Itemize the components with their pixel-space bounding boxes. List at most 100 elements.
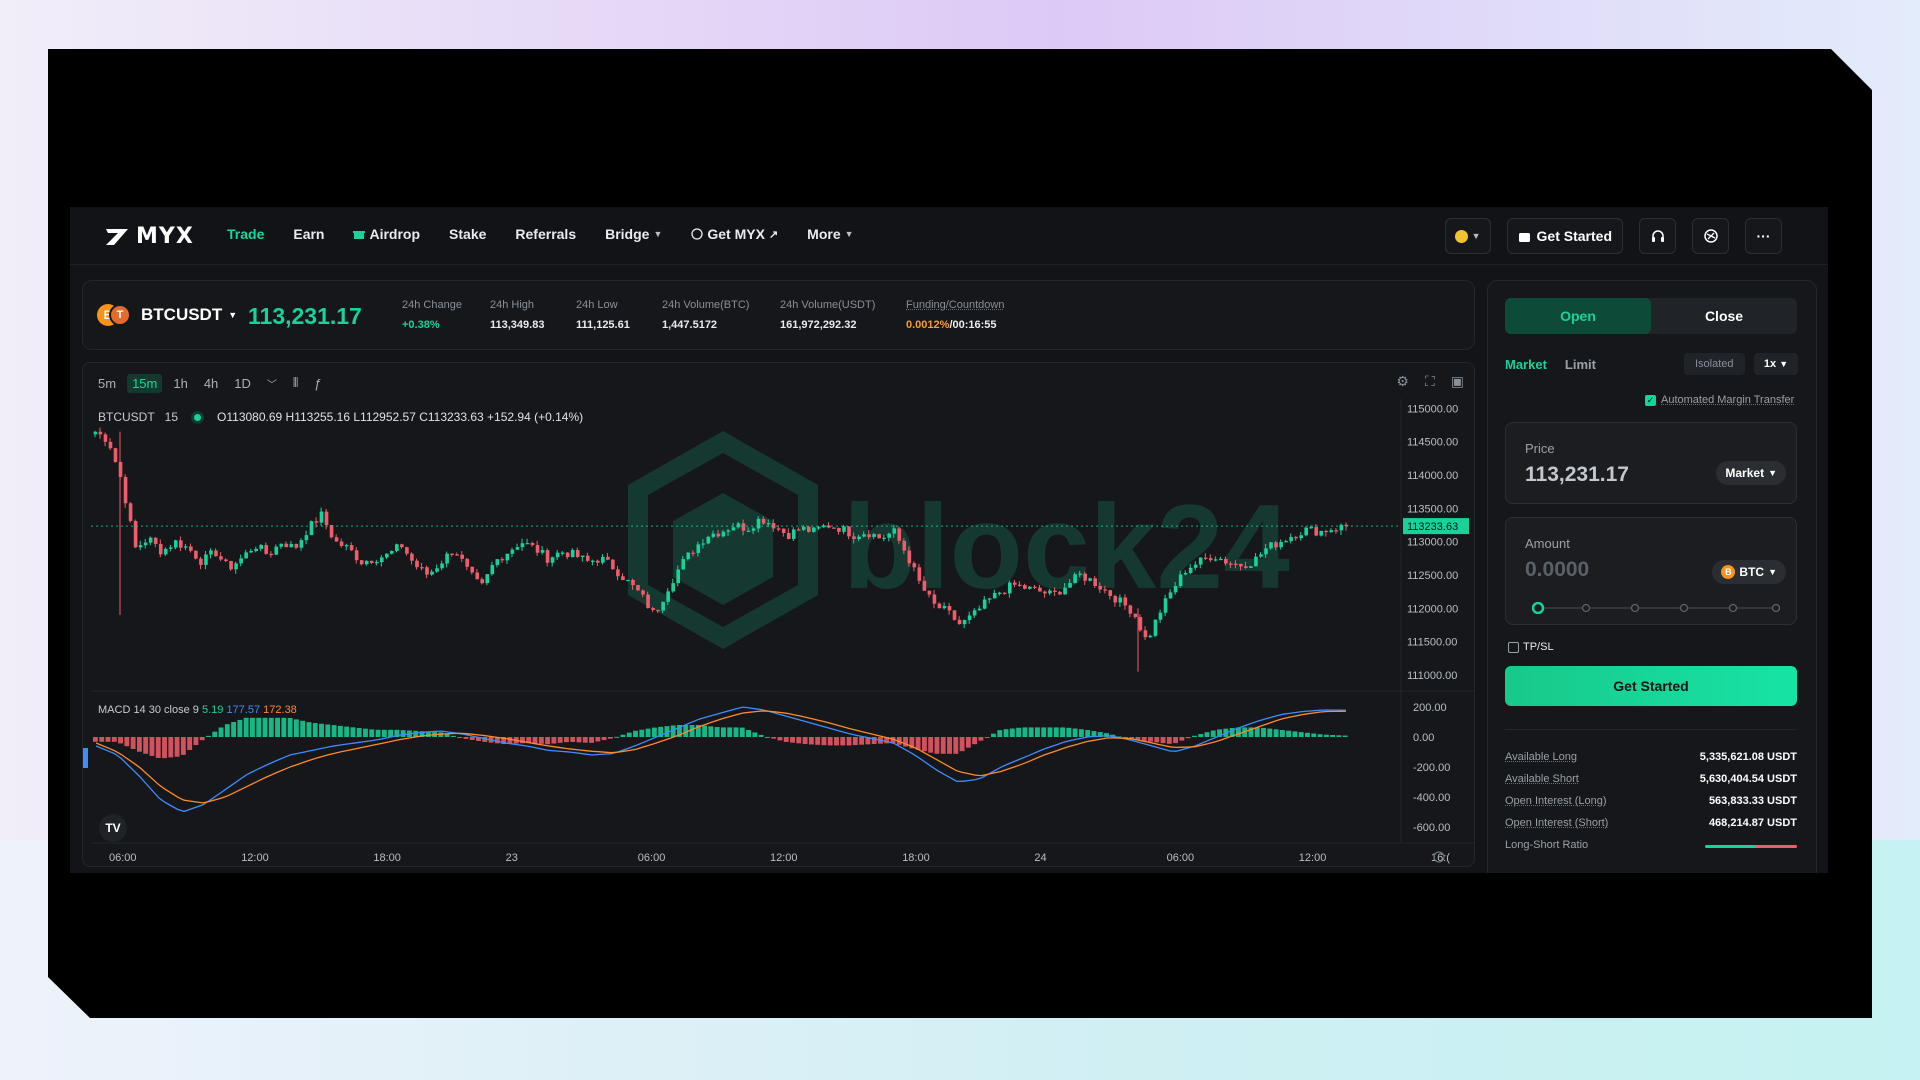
macd-histogram-bar: [827, 737, 833, 746]
candle: [1153, 619, 1158, 636]
macd-histogram-bar: [1204, 732, 1210, 737]
candle: [1274, 542, 1278, 548]
nav-actions: ▼ Get Started ···: [1444, 218, 1782, 254]
pair-name: BTCUSDT: [141, 305, 223, 324]
close-tab[interactable]: Close: [1651, 298, 1797, 334]
nav-more[interactable]: More ▼: [807, 226, 853, 242]
candle: [892, 528, 897, 534]
macd-histogram-bar: [237, 719, 243, 737]
candle: [1143, 630, 1148, 638]
candle: [1133, 613, 1138, 618]
top-nav: MYX Trade Earn Airdrop Stake Referrals B…: [70, 207, 1828, 265]
macd-histogram-bar: [815, 737, 821, 745]
macd-histogram-bar: [545, 737, 551, 745]
ticker-bar: B T BTCUSDT ▼ 113,231.17 24h Change +0.38…: [82, 280, 1475, 350]
price-field[interactable]: Price 113,231.17 Market ▼: [1505, 422, 1797, 504]
amount-field[interactable]: Amount 0.0000 B BTC ▼: [1505, 517, 1797, 625]
candle: [274, 546, 279, 555]
candle: [168, 547, 173, 549]
candle: [465, 558, 469, 567]
macd-histogram-bar: [262, 717, 268, 737]
margin-mode-button[interactable]: Isolated: [1684, 353, 1745, 375]
external-link-icon: ↗: [768, 228, 779, 241]
candle: [1128, 605, 1133, 614]
macd-histogram-bar: [626, 732, 632, 737]
leverage-button[interactable]: 1x ▼: [1754, 353, 1798, 375]
nav-stake[interactable]: Stake: [449, 226, 486, 242]
nav-bridge[interactable]: Bridge ▼: [605, 226, 662, 242]
macd-histogram-bar: [564, 737, 569, 743]
slider-handle[interactable]: [1532, 602, 1545, 614]
amount-input[interactable]: 0.0000: [1525, 558, 1589, 582]
time-tick-label: 06:00: [109, 852, 137, 864]
tpsl-toggle[interactable]: TP/SL: [1508, 641, 1554, 653]
macd-histogram-bar: [143, 737, 149, 754]
macd-histogram-bar: [350, 727, 356, 737]
amount-slider[interactable]: [1532, 602, 1780, 614]
macd-histogram-bar: [984, 737, 990, 738]
candle: [741, 523, 746, 531]
candle: [952, 610, 957, 620]
candle: [1279, 541, 1283, 548]
nav-trade[interactable]: Trade: [227, 226, 264, 242]
nav-earn[interactable]: Earn: [293, 226, 324, 242]
candle: [123, 476, 128, 504]
stat-value: 113,349.83: [490, 319, 545, 331]
macd-histogram-bar: [783, 737, 789, 742]
candle: [480, 579, 485, 584]
nav-get-myx[interactable]: Get MYX ↗: [691, 226, 778, 242]
candle: [525, 543, 530, 545]
candle: [128, 503, 133, 521]
macd-histogram-bar: [551, 737, 557, 744]
macd-histogram-bar: [645, 728, 651, 737]
current-price-label: 113233.63: [1407, 521, 1458, 533]
get-started-button[interactable]: Get Started: [1506, 218, 1623, 254]
get-started-cta-button[interactable]: Get Started: [1505, 666, 1797, 706]
candle: [1289, 537, 1293, 542]
macd-histogram-bar: [388, 729, 394, 737]
candle: [379, 557, 384, 563]
stat-value: 1,447.5172: [662, 319, 718, 331]
time-tick-label: 06:00: [1167, 852, 1195, 864]
macd-histogram-bar: [758, 734, 764, 737]
candle: [696, 544, 701, 553]
tradingview-logo-icon[interactable]: TV: [99, 814, 127, 842]
more-options-button[interactable]: ···: [1745, 218, 1782, 254]
candle: [530, 543, 535, 546]
network-selector[interactable]: ▼: [1444, 218, 1491, 254]
macd-histogram-bar: [1279, 730, 1285, 737]
legend-interval: 15: [164, 410, 179, 424]
checkbox-checked-icon[interactable]: ✓: [1645, 394, 1656, 406]
limit-tab[interactable]: Limit: [1565, 357, 1596, 372]
candle: [219, 556, 223, 560]
chart-canvas[interactable]: block24115000.00114500.00114000.00113500…: [83, 363, 1475, 867]
support-button[interactable]: [1639, 218, 1676, 254]
candle: [515, 547, 520, 550]
macd-histogram-bar: [1053, 727, 1059, 737]
candle: [118, 461, 123, 477]
auto-margin-transfer[interactable]: ✓ Automated Margin Transfer: [1645, 394, 1794, 406]
checkbox-icon[interactable]: [1508, 641, 1519, 653]
macd-histogram-bar: [105, 737, 111, 742]
price-chart[interactable]: 5m 15m 1h 4h 1D ﹀ ⫴ ƒ ⚙ ⛶ ▣ block24 11500…: [82, 362, 1475, 867]
candle: [812, 527, 816, 532]
candle: [334, 537, 339, 542]
open-tab[interactable]: Open: [1505, 298, 1651, 334]
nav-referrals[interactable]: Referrals: [515, 226, 576, 242]
brand-logo[interactable]: MYX: [104, 224, 194, 249]
amount-coin-label: BTC: [1739, 565, 1765, 579]
candle: [786, 532, 791, 539]
macd-histogram-bar: [1173, 737, 1179, 744]
price-type-select[interactable]: Market ▼: [1716, 461, 1786, 485]
nav-airdrop[interactable]: Airdrop: [353, 226, 420, 242]
market-tab[interactable]: Market: [1505, 357, 1547, 372]
amount-coin-select[interactable]: B BTC ▼: [1712, 560, 1786, 584]
network-button[interactable]: [1692, 218, 1729, 254]
macd-histogram-bar: [111, 737, 117, 742]
candle: [686, 552, 691, 560]
candle: [867, 534, 871, 537]
pair-selector[interactable]: B T BTCUSDT ▼: [97, 304, 237, 326]
macd-tick-label: -200.00: [1413, 762, 1450, 774]
macd-histogram-bar: [921, 737, 927, 752]
candle: [590, 560, 595, 562]
